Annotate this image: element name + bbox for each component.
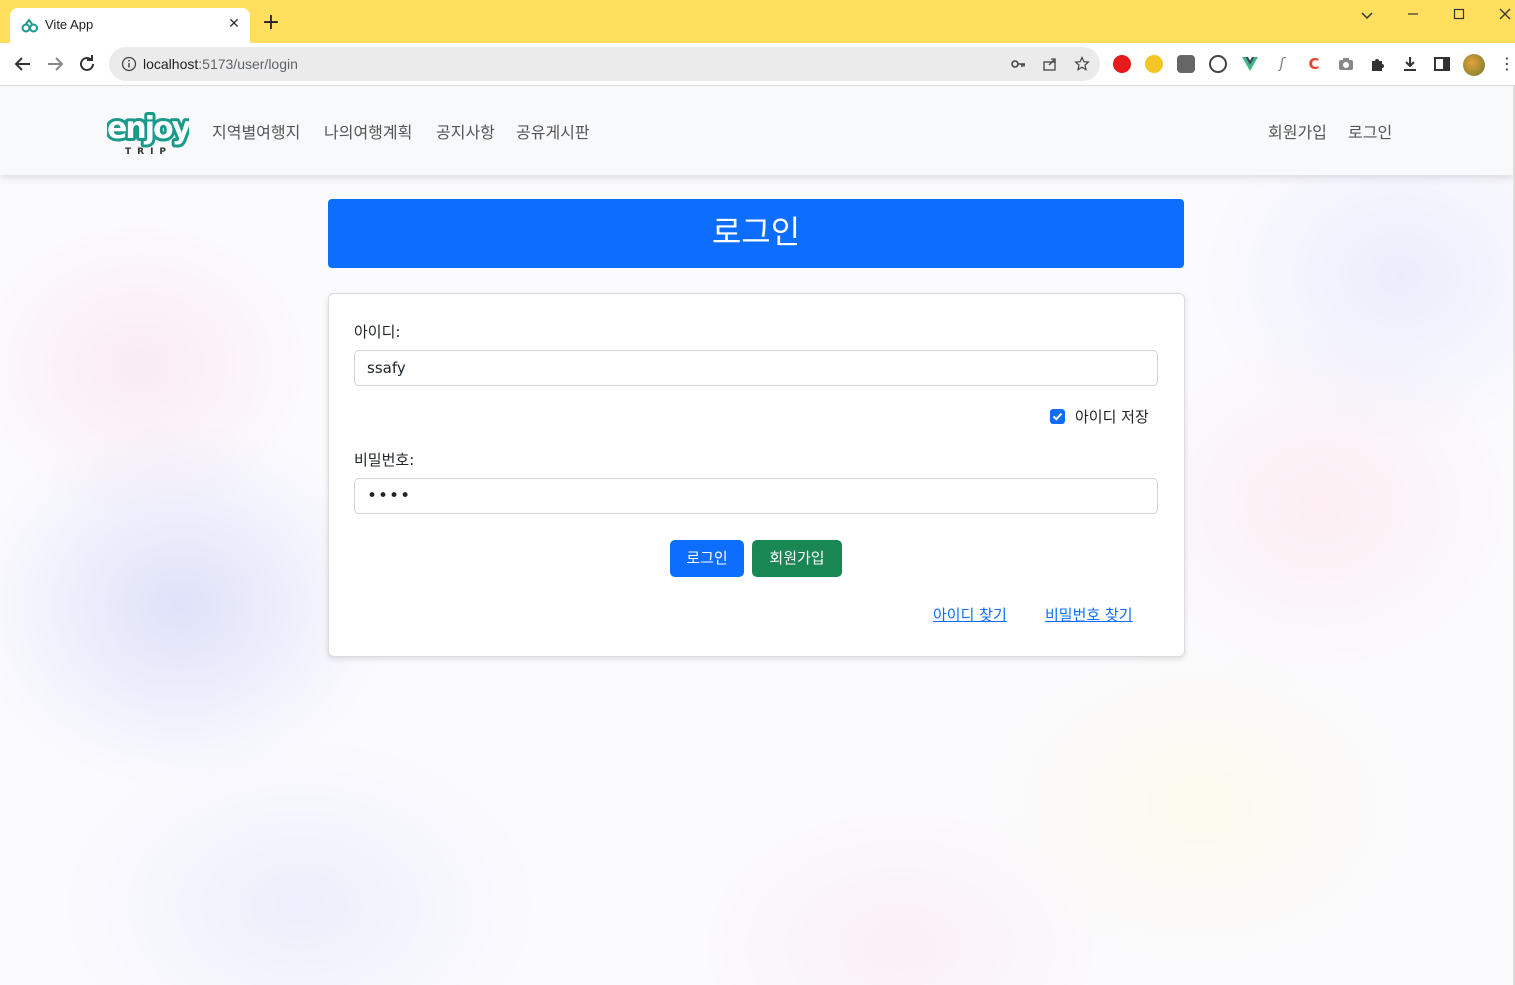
- password-label: 비밀번호:: [354, 451, 415, 469]
- svg-text:TRIP: TRIP: [125, 147, 172, 156]
- side-panel-icon[interactable]: [1433, 55, 1451, 73]
- browser-menu-icon[interactable]: ⋮: [1499, 55, 1515, 73]
- svg-text:enjoy: enjoy: [107, 111, 189, 146]
- id-input[interactable]: ssafy: [354, 350, 1158, 386]
- enjoy-trip-logo[interactable]: enjoy enjoy TRIP: [107, 110, 189, 156]
- vite-favicon-icon: [21, 18, 38, 33]
- id-label: 아이디:: [354, 323, 401, 341]
- signup-button[interactable]: 회원가입: [752, 540, 842, 577]
- checkmark-icon: [1052, 412, 1063, 421]
- vue-devtools-icon[interactable]: [1241, 55, 1259, 73]
- save-id-label[interactable]: 아이디 저장: [1075, 406, 1149, 427]
- login-form-card: 아이디: ssafy 아이디 저장 비밀번호: •••• 로그인 회원가입 아이…: [328, 293, 1185, 657]
- reload-icon[interactable]: [75, 52, 99, 76]
- browser-toolbar: localhost:5173/user/login ʃ C ⋮: [0, 43, 1515, 86]
- nav-link-notices[interactable]: 공지사항: [436, 119, 495, 143]
- password-input[interactable]: ••••: [354, 478, 1158, 514]
- share-icon[interactable]: [1042, 56, 1058, 72]
- tab-title: Vite App: [45, 17, 94, 32]
- tab-search-icon[interactable]: [1357, 6, 1377, 26]
- download-icon[interactable]: [1401, 55, 1419, 73]
- save-id-checkbox[interactable]: [1050, 409, 1065, 424]
- site-navbar: enjoy enjoy TRIP 지역별여행지 나의여행계획 공지사항 공유게시…: [0, 86, 1515, 175]
- password-key-icon[interactable]: [1010, 56, 1026, 72]
- bookmark-star-icon[interactable]: [1074, 56, 1090, 72]
- extensions-puzzle-icon[interactable]: [1369, 55, 1387, 73]
- site-info-icon[interactable]: [121, 56, 137, 72]
- maximize-icon[interactable]: [1449, 6, 1469, 26]
- nav-link-shared-board[interactable]: 공유게시판: [516, 119, 590, 143]
- dc-extension-icon[interactable]: [1177, 55, 1195, 73]
- adblock-extension-icon[interactable]: [1113, 55, 1131, 73]
- find-password-link[interactable]: 비밀번호 찾기: [1045, 604, 1133, 625]
- nav-link-my-travel-plan[interactable]: 나의여행계획: [324, 119, 412, 143]
- url-text[interactable]: localhost:5173/user/login: [143, 56, 298, 72]
- browser-tab[interactable]: Vite App ✕: [10, 8, 250, 43]
- camera-extension-icon[interactable]: [1337, 55, 1355, 73]
- page-content: enjoy enjoy TRIP 지역별여행지 나의여행계획 공지사항 공유게시…: [0, 86, 1515, 985]
- script-extension-icon[interactable]: ʃ: [1273, 55, 1291, 73]
- login-header: 로그인: [328, 199, 1184, 268]
- nav-link-login[interactable]: 로그인: [1348, 119, 1392, 143]
- back-icon[interactable]: [11, 52, 35, 76]
- forward-icon[interactable]: [43, 52, 67, 76]
- close-window-icon[interactable]: [1495, 6, 1515, 26]
- profile-avatar[interactable]: [1463, 54, 1485, 76]
- browser-titlebar: Vite App ✕ +: [0, 0, 1515, 43]
- address-bar[interactable]: localhost:5173/user/login: [109, 47, 1100, 81]
- new-tab-icon[interactable]: +: [261, 12, 281, 34]
- minimize-icon[interactable]: [1403, 6, 1423, 26]
- nav-link-signup[interactable]: 회원가입: [1268, 119, 1327, 143]
- extension-coin-icon[interactable]: [1145, 55, 1163, 73]
- close-tab-icon[interactable]: ✕: [226, 16, 242, 32]
- sync-extension-icon[interactable]: [1209, 55, 1227, 73]
- nav-link-regional-destinations[interactable]: 지역별여행지: [212, 119, 300, 143]
- find-id-link[interactable]: 아이디 찾기: [933, 604, 1007, 625]
- c-extension-icon[interactable]: C: [1305, 55, 1323, 73]
- login-button[interactable]: 로그인: [670, 540, 744, 577]
